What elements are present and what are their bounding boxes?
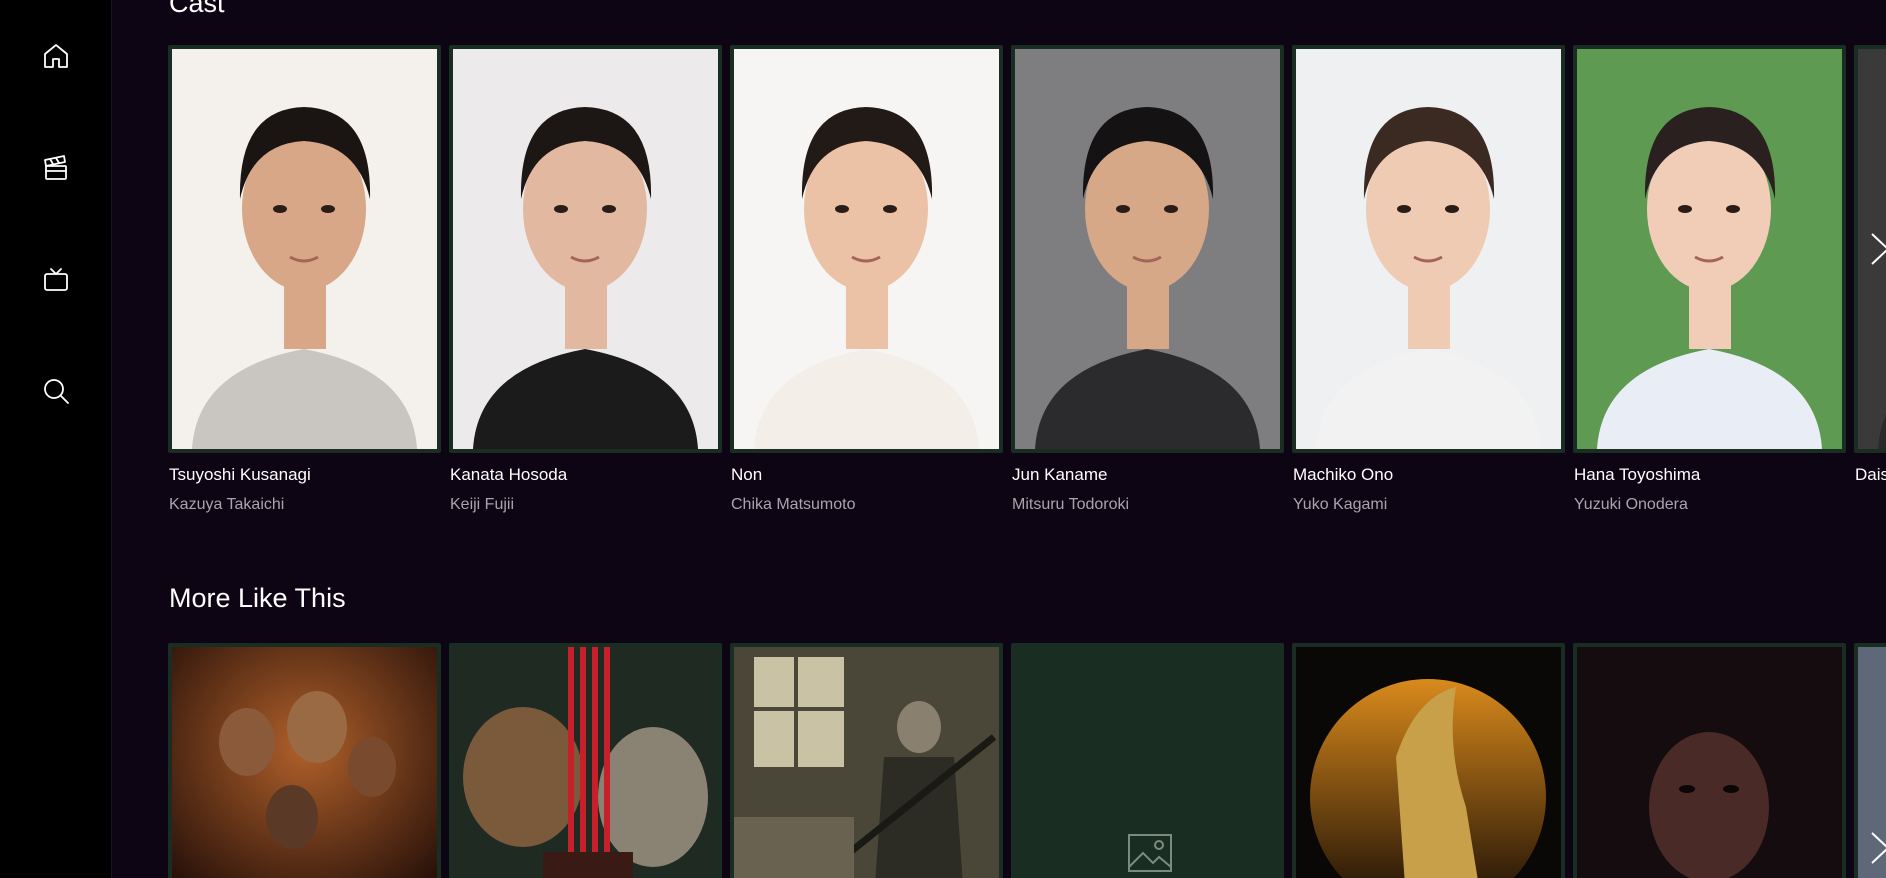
cast-card[interactable]: Kanata Hosoda Keiji Fujii (449, 45, 722, 513)
main-content: Cast Tsuyoshi Kusanagi Kazuya Takaichi Kan… (112, 0, 1886, 878)
recommendation-card[interactable] (1573, 643, 1846, 878)
cast-role: Yuzuki Onodera (1574, 496, 1688, 513)
cast-role: Keiji Fujii (450, 496, 515, 513)
cast-photo (734, 49, 999, 449)
cast-name[interactable]: Non (731, 465, 762, 485)
cast-photo (453, 49, 718, 449)
cast-card[interactable]: Non Chika Matsumoto (730, 45, 1003, 513)
cast-photo-frame (1011, 45, 1284, 453)
poster-art (453, 647, 718, 878)
poster-image (1011, 643, 1284, 878)
nav-home[interactable] (36, 36, 76, 76)
cast-name[interactable]: Jun Kaname (1012, 465, 1107, 485)
recommendation-card[interactable] (1292, 643, 1565, 878)
cast-photo (1577, 49, 1842, 449)
poster-image (168, 643, 441, 878)
home-icon (44, 44, 68, 68)
cast-photo (1015, 49, 1280, 449)
poster-art (172, 647, 437, 878)
cast-role: Yuko Kagami (1293, 496, 1388, 513)
nav-movies[interactable] (36, 148, 76, 188)
cast-photo-frame (730, 45, 1003, 453)
movies-icon (44, 155, 67, 180)
cast-name[interactable]: Machiko Ono (1293, 465, 1393, 485)
nav-tv[interactable] (36, 260, 76, 300)
poster-art (1577, 647, 1842, 878)
cast-name[interactable]: Hana Toyoshima (1574, 465, 1700, 485)
cast-name[interactable]: Tsuyoshi Kusanagi (169, 465, 311, 485)
poster-art (734, 647, 999, 878)
cast-photo (1296, 49, 1561, 449)
cast-role: Mitsuru Todoroki (1012, 496, 1130, 513)
recommendation-card[interactable] (168, 643, 441, 878)
cast-photo-frame (449, 45, 722, 453)
search-icon (44, 379, 69, 404)
chevron-right-icon (1871, 233, 1886, 265)
cast-next-button[interactable] (1865, 224, 1886, 274)
cast-photo-frame (168, 45, 441, 453)
poster-image (1573, 643, 1846, 878)
cast-photo-frame (1292, 45, 1565, 453)
cast-photo-frame (1573, 45, 1846, 453)
image-placeholder-icon (1127, 833, 1173, 873)
cast-card[interactable]: Hana Toyoshima Yuzuki Onodera (1573, 45, 1846, 513)
cast-name[interactable]: Dais (1855, 465, 1886, 485)
sidebar (0, 0, 112, 878)
nav-search[interactable] (36, 371, 76, 411)
poster-image (1292, 643, 1565, 878)
cast-photo (172, 49, 437, 449)
cast-role: Chika Matsumoto (731, 496, 856, 513)
more-like-this-next-button[interactable] (1865, 823, 1886, 873)
recommendation-card[interactable] (449, 643, 722, 878)
tv-icon (44, 268, 68, 291)
poster-image (730, 643, 1003, 878)
cast-name[interactable]: Kanata Hosoda (450, 465, 567, 485)
cast-section-title: Cast (169, 0, 225, 18)
recommendation-card[interactable] (730, 643, 1003, 878)
poster-image (449, 643, 722, 878)
recommendation-card[interactable] (1011, 643, 1284, 878)
more-like-this-title: More Like This (169, 583, 346, 613)
cast-card[interactable]: Tsuyoshi Kusanagi Kazuya Takaichi (168, 45, 441, 513)
cast-role: Kazuya Takaichi (169, 496, 285, 513)
chevron-right-icon (1871, 832, 1886, 864)
poster-art (1296, 647, 1561, 878)
cast-card[interactable]: Machiko Ono Yuko Kagami (1292, 45, 1565, 513)
cast-card[interactable]: Jun Kaname Mitsuru Todoroki (1011, 45, 1284, 513)
